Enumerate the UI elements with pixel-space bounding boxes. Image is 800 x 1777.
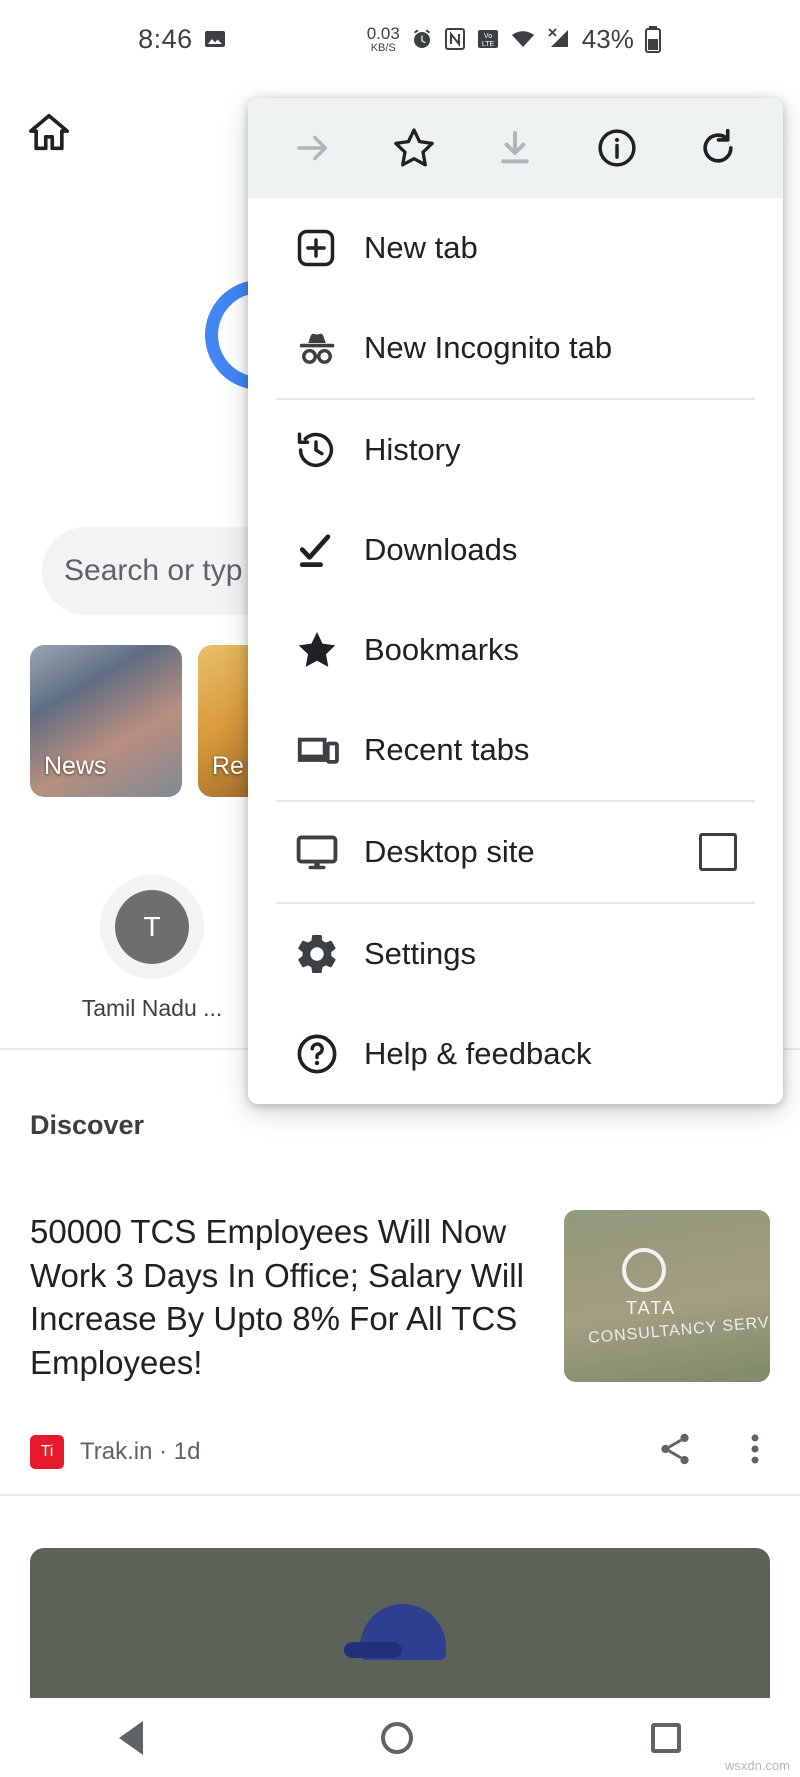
history-icon [294,428,350,472]
desktop-site-icon [294,829,350,875]
menu-item-label: New tab [364,230,478,265]
menu-item-label: Bookmarks [364,632,520,667]
menu-header-actions [248,98,783,198]
bookmark-filled-icon [294,627,350,673]
menu-item-history[interactable]: History [248,400,783,500]
menu-item-downloads[interactable]: Downloads [248,500,783,600]
android-nav-bar [0,1699,800,1777]
gear-icon [294,931,350,977]
menu-overlay: New tab New Incognito tab History Downlo… [0,0,800,1777]
download-icon[interactable] [483,116,547,180]
downloads-check-icon [294,528,350,572]
menu-item-label: New Incognito tab [364,330,613,365]
menu-item-new-tab[interactable]: New tab [248,198,783,298]
menu-item-new-incognito-tab[interactable]: New Incognito tab [248,298,783,398]
forward-icon[interactable] [281,116,345,180]
menu-item-label: Desktop site [364,834,535,869]
menu-item-label: Settings [364,936,477,971]
back-icon[interactable] [119,1721,143,1755]
recent-tabs-icon [294,727,350,773]
menu-item-settings[interactable]: Settings [248,904,783,1004]
menu-item-help-feedback[interactable]: Help & feedback [248,1004,783,1104]
home-circle-icon[interactable] [381,1722,413,1754]
bookmark-star-icon[interactable] [382,116,446,180]
incognito-icon [294,325,350,371]
desktop-site-checkbox[interactable] [699,833,737,871]
page-info-icon[interactable] [585,116,649,180]
menu-item-label: Recent tabs [364,732,530,767]
menu-item-desktop-site[interactable]: Desktop site [248,802,783,902]
menu-item-bookmarks[interactable]: Bookmarks [248,600,783,700]
menu-item-label: History [364,432,461,467]
menu-item-label: Help & feedback [364,1036,592,1071]
menu-item-recent-tabs[interactable]: Recent tabs [248,700,783,800]
menu-item-label: Downloads [364,532,518,567]
reload-icon[interactable] [686,116,750,180]
new-tab-icon [294,226,350,270]
chrome-app-menu: New tab New Incognito tab History Downlo… [248,98,783,1104]
watermark: wsxdn.com [724,1758,790,1773]
help-circle-icon [294,1031,350,1077]
phone-screen: 8:46 0.03 KB/S Vo LTE 43% Search or typ … [0,0,800,1777]
recents-square-icon[interactable] [651,1723,681,1753]
